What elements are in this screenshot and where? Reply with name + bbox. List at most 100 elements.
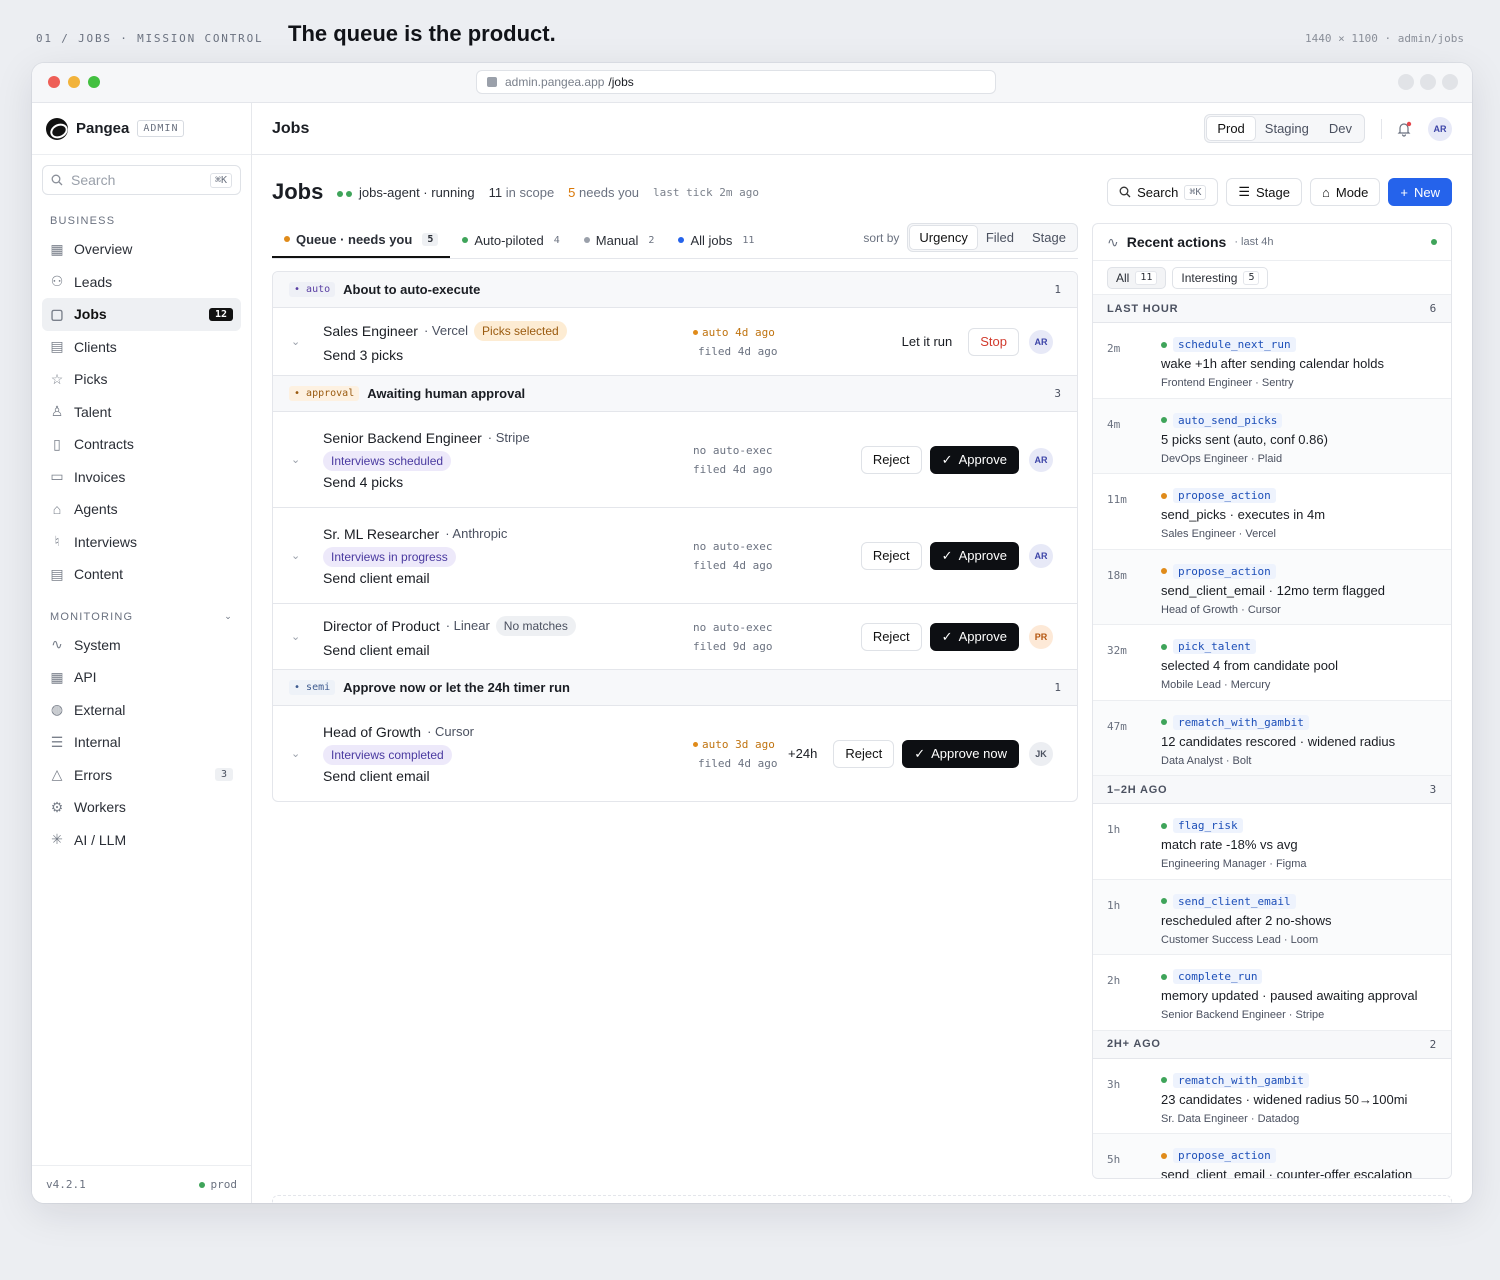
chevron-down-icon[interactable]: ⌄: [291, 335, 300, 348]
sidebar-item-picks[interactable]: ☆ Picks: [42, 363, 241, 396]
approve-now-button[interactable]: ✓ Approve now: [902, 739, 1019, 768]
recent-action-item[interactable]: 4m auto_send_picks 5 picks sent (auto, con…: [1093, 398, 1451, 474]
assignee-avatar[interactable]: AR: [1029, 447, 1053, 472]
close-window-button[interactable]: [48, 76, 60, 88]
chevron-down-icon[interactable]: ⌄: [291, 453, 300, 466]
monitoring-section-label[interactable]: MONITORING ⌄: [32, 611, 251, 623]
sidebar-item-invoices[interactable]: ▭ Invoices: [42, 461, 241, 494]
sidebar-item-overview[interactable]: ▦ Overview: [42, 233, 241, 266]
mode-button[interactable]: ⌂ Mode: [1310, 178, 1381, 206]
assignee-avatar[interactable]: AR: [1029, 329, 1053, 354]
tab-queue[interactable]: Queue · needs you 5: [272, 222, 451, 258]
caption-label: 01 / JOBS · MISSION CONTROL: [36, 32, 264, 45]
job-meta: no auto-exec filed 4d ago: [693, 539, 773, 572]
sidebar-item-workers[interactable]: ⚙ Workers: [42, 791, 241, 824]
stop-button[interactable]: Stop: [968, 327, 1019, 356]
sidebar-item-talent[interactable]: ♙ Talent: [42, 396, 241, 429]
page-heading: Jobs jobs-agent · running 11 in scope 5 …: [272, 177, 1452, 207]
job-row[interactable]: ⌄ Sr. ML Researcher · Anthropic Interview…: [273, 508, 1077, 604]
tab-auto-piloted[interactable]: Auto-piloted 4: [450, 222, 571, 258]
assignee-avatar[interactable]: PR: [1029, 624, 1053, 649]
sidebar-item-external[interactable]: ◍ External: [42, 694, 241, 727]
recent-action-item[interactable]: 5h propose_action send_client_email · coun…: [1093, 1134, 1451, 1178]
browser-control-icon[interactable]: [1398, 74, 1414, 90]
user-avatar[interactable]: AR: [1428, 116, 1452, 141]
recent-action-item[interactable]: 47m rematch_with_gambit 12 candidates resc…: [1093, 700, 1451, 776]
queue-list: • auto About to auto-execute 1 ⌄ Sales E…: [272, 271, 1078, 802]
brand-name: Pangea: [76, 120, 130, 137]
bell-icon[interactable]: [1396, 121, 1412, 137]
recent-action-item[interactable]: 1h send_client_email rescheduled after 2 n…: [1093, 879, 1451, 955]
sidebar-item-ai-llm[interactable]: ✳ AI / LLM: [42, 824, 241, 857]
env-staging-button[interactable]: Staging: [1255, 117, 1319, 140]
job-company: · Stripe: [487, 430, 530, 445]
reject-button[interactable]: Reject: [860, 622, 922, 651]
recent-action-item[interactable]: 18m propose_action send_client_email · 12m…: [1093, 549, 1451, 625]
job-meta: no auto-exec filed 4d ago: [693, 443, 773, 476]
filter-all[interactable]: All 11: [1107, 266, 1167, 289]
tab-all-jobs[interactable]: All jobs 11: [666, 222, 766, 258]
sidebar-search-input[interactable]: Search ⌘K: [42, 165, 241, 195]
sidebar-item-content[interactable]: ▤ Content: [42, 558, 241, 591]
sidebar-item-interviews[interactable]: ♮ Interviews: [42, 526, 241, 559]
plus-icon: +: [1400, 184, 1408, 200]
status-dot-icon: [1161, 341, 1167, 348]
job-company: · Anthropic: [445, 526, 508, 541]
sidebar-item-jobs[interactable]: ▢ Jobs 12: [42, 298, 241, 331]
filter-interesting[interactable]: Interesting 5: [1172, 266, 1269, 289]
job-row[interactable]: ⌄ Head of Growth · Cursor Interviews comp…: [273, 706, 1077, 801]
chevron-down-icon[interactable]: ⌄: [291, 549, 300, 562]
let-it-run-button[interactable]: Let it run: [894, 334, 961, 349]
business-nav: ▦ Overview ⚇ Leads ▢ Jobs 12 ▤ Clients ☆ Picks…: [32, 233, 251, 591]
business-section-label: BUSINESS: [50, 215, 116, 227]
recent-action-item[interactable]: 3h rematch_with_gambit 23 candidates · wid…: [1093, 1059, 1451, 1134]
live-status-dot-icon: [1431, 239, 1437, 245]
recent-action-item[interactable]: 2m schedule_next_run wake +1h after sendin…: [1093, 323, 1451, 399]
minimize-window-button[interactable]: [68, 76, 80, 88]
approve-button[interactable]: ✓ Approve: [929, 445, 1019, 474]
chevron-down-icon[interactable]: ⌄: [291, 747, 300, 760]
assignee-avatar[interactable]: AR: [1029, 543, 1053, 568]
assignee-avatar[interactable]: JK: [1029, 741, 1053, 766]
recent-action-item[interactable]: 32m pick_talent selected 4 from candidate …: [1093, 625, 1451, 701]
job-row[interactable]: ⌄ Director of Product · Linear No matches …: [273, 604, 1077, 670]
job-row[interactable]: ⌄ Sales Engineer · Vercel Picks selected S…: [273, 308, 1077, 376]
recent-action-item[interactable]: 11m propose_action send_picks · executes i…: [1093, 474, 1451, 550]
job-row[interactable]: ⌄ Senior Backend Engineer · Stripe Interv…: [273, 412, 1077, 508]
env-dev-button[interactable]: Dev: [1319, 117, 1362, 140]
sort-stage[interactable]: Stage: [1023, 226, 1075, 249]
stage-filter-button[interactable]: ☰ Stage: [1226, 178, 1302, 206]
sidebar-item-api[interactable]: ▦ API: [42, 661, 241, 694]
sidebar-item-clients[interactable]: ▤ Clients: [42, 331, 241, 364]
reject-button[interactable]: Reject: [833, 739, 895, 768]
tab-manual[interactable]: Manual 2: [572, 222, 667, 258]
status-dot-icon: [198, 1182, 205, 1188]
search-button[interactable]: Search ⌘K: [1107, 178, 1219, 206]
status-dot-icon: [1161, 492, 1167, 499]
reject-button[interactable]: Reject: [860, 541, 922, 570]
browser-control-icon[interactable]: [1442, 74, 1458, 90]
sidebar-item-internal[interactable]: ☰ Internal: [42, 726, 241, 759]
env-prod-button[interactable]: Prod: [1207, 117, 1255, 140]
browser-control-icon[interactable]: [1420, 74, 1436, 90]
sidebar-item-errors[interactable]: △ Errors 3: [42, 759, 241, 792]
status-dot-icon: [1161, 1152, 1167, 1159]
sidebar-item-agents[interactable]: ⌂ Agents: [42, 493, 241, 526]
maximize-window-button[interactable]: [88, 76, 100, 88]
sidebar-item-leads[interactable]: ⚇ Leads: [42, 266, 241, 299]
group-tag: • auto: [289, 282, 336, 297]
chevron-down-icon[interactable]: ⌄: [291, 630, 300, 643]
address-bar[interactable]: admin.pangea.app /jobs: [476, 70, 996, 94]
sidebar-item-contracts[interactable]: ▯ Contracts: [42, 428, 241, 461]
new-job-button[interactable]: + New: [1388, 178, 1452, 206]
sidebar-item-system[interactable]: ∿ System: [42, 629, 241, 662]
sort-filed[interactable]: Filed: [977, 226, 1023, 249]
approve-button[interactable]: ✓ Approve: [929, 622, 1019, 651]
reject-button[interactable]: Reject: [860, 445, 922, 474]
tab-dot-icon: [678, 237, 685, 243]
brand[interactable]: Pangea ADMIN: [32, 103, 251, 155]
approve-button[interactable]: ✓ Approve: [929, 541, 1019, 570]
recent-action-item[interactable]: 1h flag_risk match rate -18% vs avg Enginee…: [1093, 804, 1451, 880]
sort-urgency[interactable]: Urgency: [910, 226, 977, 249]
recent-action-item[interactable]: 2h complete_run memory updated · paused aw…: [1093, 955, 1451, 1031]
